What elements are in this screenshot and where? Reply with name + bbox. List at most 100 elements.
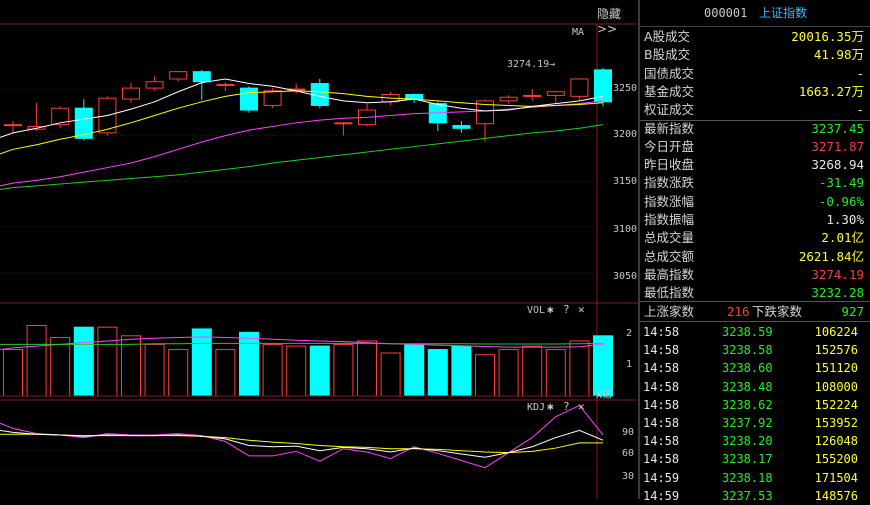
tick-row: 14:58 3238.62 152224 <box>640 396 870 414</box>
quote-panel: 000001 上证指数 A股成交 20016.35万 B股成交 41.98万国债成交 -… <box>640 0 870 503</box>
tick-price: 3238.62 <box>722 397 773 412</box>
volume-bar <box>144 343 165 397</box>
kdj-j-line <box>0 404 604 469</box>
vol-unit: X亿 <box>596 390 613 401</box>
volume-bar <box>427 349 448 397</box>
quote-value: - <box>856 65 864 81</box>
volume-bar <box>50 337 71 397</box>
candle-body <box>240 87 258 111</box>
breadth-row: 上涨家数 216 下跌家数 927 <box>640 303 870 321</box>
quote-label: 总成交额 <box>644 248 695 264</box>
quote-row: 国债成交 - <box>640 65 870 83</box>
quote-row: B股成交 41.98万 <box>640 46 870 64</box>
quote-value: -31.49 <box>818 175 864 191</box>
quote-value: 41.98万 <box>813 47 864 63</box>
tick-volume: 106224 <box>814 325 858 339</box>
tick-price: 3238.58 <box>722 343 773 358</box>
tick-volume: 151120 <box>814 361 858 376</box>
quote-label: 最新指数 <box>644 120 695 136</box>
price-tick: 3200 <box>613 129 638 140</box>
close-icon[interactable]: ✕ <box>578 303 585 316</box>
volume-bar <box>522 345 543 397</box>
vol-title: VOL <box>527 305 546 316</box>
tick-volume: 152224 <box>814 397 858 412</box>
volume-bar <box>380 352 401 397</box>
price-tick: 3250 <box>613 83 638 94</box>
tick-time: 14:58 <box>643 325 680 339</box>
kdj-tick: 60 <box>622 448 635 459</box>
stock-code: 000001 <box>704 6 748 20</box>
quote-value: 1663.27万 <box>798 83 864 99</box>
quote-value: 3268.94 <box>811 157 864 173</box>
tick-volume: 108000 <box>814 379 858 394</box>
volume-bar <box>262 343 283 397</box>
volume-bar <box>215 349 236 397</box>
quote-row: 基金成交 1663.27万 <box>640 83 870 101</box>
kdj-tick: 90 <box>622 427 635 438</box>
quote-value: 3232.28 <box>811 285 864 301</box>
candle-body <box>192 71 211 83</box>
quote-label: 最低指数 <box>644 285 695 301</box>
price-tick: 3100 <box>613 224 638 235</box>
quote-row: A股成交 20016.35万 <box>640 28 870 46</box>
candle-body <box>334 122 353 125</box>
quote-row: 最高指数 3274.19 <box>640 266 870 284</box>
chart-area[interactable]: 隐藏>> MA 3274.19→ 3250 3200 3150 3100 305… <box>0 0 640 499</box>
tick-time: 14:58 <box>643 397 680 412</box>
divider <box>640 301 870 302</box>
high-annotation: 3274.19→ <box>507 59 556 70</box>
quote-row: 最低指数 3232.28 <box>640 284 870 302</box>
kdj-title: KDJ <box>527 402 546 413</box>
quote-header: 000001 上证指数 <box>640 0 870 27</box>
volume-bar <box>569 340 590 397</box>
tick-row: 14:59 3238.18 171504 <box>640 469 870 487</box>
gear-icon[interactable]: ✱ <box>547 303 554 316</box>
tick-price: 3238.18 <box>722 470 773 485</box>
quote-row: 指数涨幅 -0.96% <box>640 193 870 211</box>
quote-label: 最高指数 <box>644 266 695 282</box>
quote-row: 指数涨跌 -31.49 <box>640 174 870 192</box>
divider <box>640 321 870 322</box>
hide-panel-button[interactable]: 隐藏>> <box>597 5 640 36</box>
quote-row: 昨日收盘 3268.94 <box>640 156 870 174</box>
quote-label: 今日开盘 <box>644 138 695 154</box>
candle-body <box>546 91 565 96</box>
stock-name[interactable]: 上证指数 <box>759 0 807 26</box>
quote-row: 指数振幅 1.30% <box>640 211 870 229</box>
candle-body <box>570 78 589 97</box>
tick-row: 14:58 3238.17 155200 <box>640 450 870 468</box>
volume-bar <box>191 328 212 397</box>
quote-label: 指数振幅 <box>644 212 695 227</box>
tick-volume: 155200 <box>814 452 858 467</box>
tick-time: 14:58 <box>643 416 680 430</box>
close-icon[interactable]: ✕ <box>578 400 585 413</box>
price-tick: 3050 <box>613 271 638 282</box>
volume-bar <box>475 354 495 397</box>
tick-time: 14:58 <box>643 343 680 358</box>
quote-label: 基金成交 <box>644 83 695 99</box>
quote-label: B股成交 <box>644 47 691 63</box>
gear-icon[interactable]: ✱ <box>547 400 554 413</box>
tick-volume: 153952 <box>814 416 858 430</box>
help-icon[interactable]: ? <box>563 303 570 316</box>
volume-bar <box>97 326 118 397</box>
quote-label: 总成交量 <box>644 230 695 246</box>
quote-row: 总成交额 2621.84亿 <box>640 248 870 266</box>
quote-label: A股成交 <box>644 29 691 44</box>
help-icon[interactable]: ? <box>563 400 570 413</box>
ma-label: MA <box>572 27 585 38</box>
quote-label: 国债成交 <box>644 65 695 81</box>
volume-bar <box>309 345 330 397</box>
quote-value: 3271.87 <box>811 138 864 154</box>
vol-tick: 1 <box>626 359 633 370</box>
price-tick: 3150 <box>613 176 638 187</box>
quote-row: 最新指数 3237.45 <box>640 120 870 138</box>
down-count-label: 下跌家数 <box>752 304 803 319</box>
kline-chart[interactable] <box>0 0 638 499</box>
candle-body <box>4 124 22 127</box>
tick-price: 3238.60 <box>722 361 773 376</box>
volume-bar <box>26 324 47 397</box>
volume-bar <box>498 349 519 397</box>
volume-bar <box>404 343 425 397</box>
candle-body <box>523 94 542 97</box>
